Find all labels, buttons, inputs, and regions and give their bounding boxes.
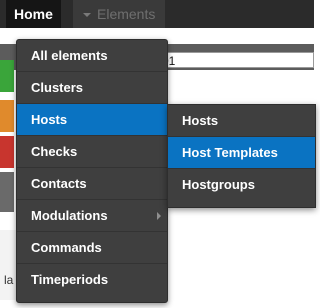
elements-dropdown-menu: All elements Clusters Hosts Checks Conta… (16, 39, 168, 303)
menu-item-label: Contacts (31, 176, 87, 191)
menu-item-timeperiods[interactable]: Timeperiods (17, 264, 167, 296)
menu-item-commands[interactable]: Commands (17, 232, 167, 264)
status-strip-red (0, 136, 14, 168)
home-nav-button[interactable]: Home (6, 0, 61, 28)
menu-item-label: Modulations (31, 208, 108, 223)
menu-item-checks[interactable]: Checks (17, 136, 167, 168)
submenu-item-label: Hostgroups (182, 177, 255, 192)
submenu-item-label: Hosts (182, 113, 219, 128)
menu-item-all-elements[interactable]: All elements (17, 40, 167, 72)
background-partial-text: la (4, 273, 14, 287)
menu-item-hosts[interactable]: Hosts (17, 104, 167, 136)
elements-nav-label: Elements (97, 6, 156, 22)
menu-item-label: Commands (31, 240, 102, 255)
menu-item-clusters[interactable]: Clusters (17, 72, 167, 104)
submenu-item-host-templates[interactable]: Host Templates (168, 137, 315, 169)
background-input-field[interactable]: 01 (158, 52, 314, 68)
hosts-submenu: Hosts Host Templates Hostgroups (167, 104, 316, 208)
top-navbar: Home Elements (0, 0, 314, 28)
status-strip-green (0, 60, 14, 92)
status-strip-orange (0, 100, 14, 132)
menu-item-label: Checks (31, 144, 78, 159)
menu-item-modulations[interactable]: Modulations (17, 200, 167, 232)
menu-item-label: Timeperiods (31, 272, 109, 287)
caret-down-icon (83, 13, 91, 18)
submenu-item-hostgroups[interactable]: Hostgroups (168, 169, 315, 201)
elements-dropdown-toggle[interactable]: Elements (73, 0, 166, 28)
menu-item-label: Clusters (31, 80, 84, 95)
menu-item-label: All elements (31, 48, 108, 63)
menu-item-contacts[interactable]: Contacts (17, 168, 167, 200)
caret-right-icon (157, 212, 161, 220)
submenu-item-label: Host Templates (182, 145, 278, 160)
menu-item-label: Hosts (31, 112, 68, 127)
status-strip-gray (0, 172, 14, 212)
home-nav-label: Home (14, 6, 53, 22)
submenu-item-hosts[interactable]: Hosts (168, 105, 315, 137)
